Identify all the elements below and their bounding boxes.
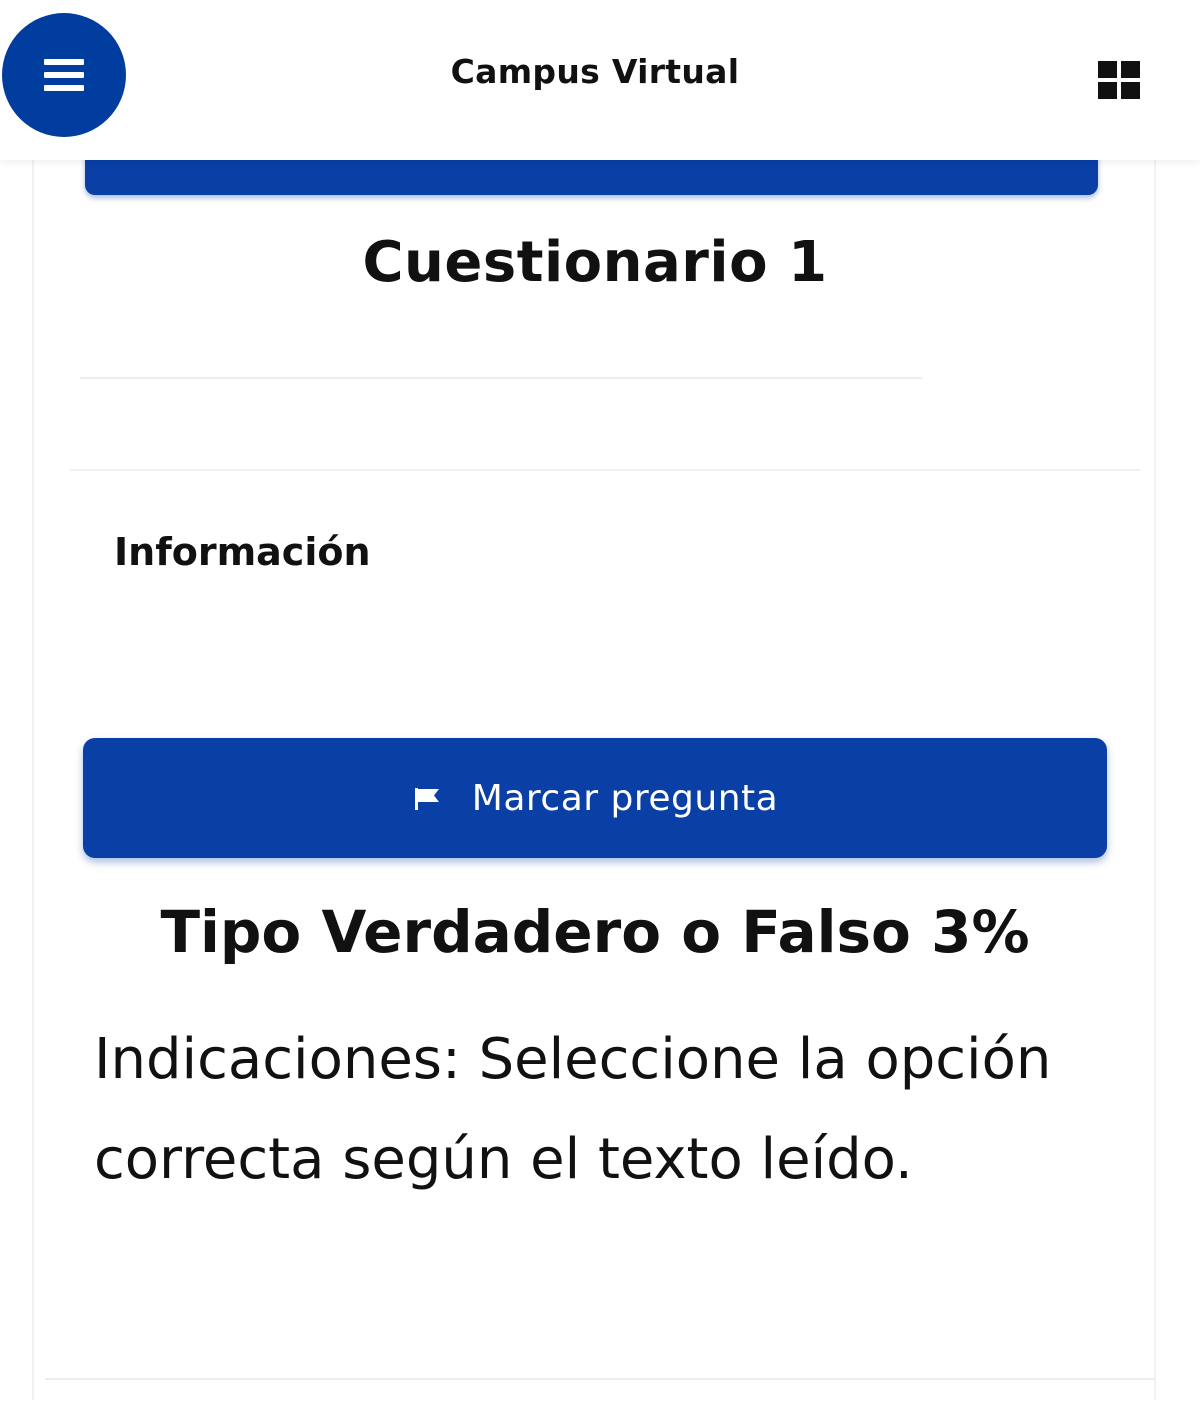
flag-question-label: Marcar pregunta [471, 777, 779, 819]
apps-grid-icon [1098, 61, 1140, 99]
divider [45, 1378, 1155, 1380]
question-instructions: Indicaciones: Seleccione la opción corre… [94, 1027, 1052, 1192]
flag-question-button[interactable]: Marcar pregunta [83, 738, 1107, 858]
divider [80, 377, 922, 379]
information-heading: Información [114, 530, 371, 574]
hamburger-menu-icon [44, 59, 84, 91]
question-type-title: Tipo Verdadero o Falso 3% [160, 898, 1030, 966]
divider [70, 469, 1140, 471]
app-title: Campus Virtual [450, 52, 740, 91]
top-app-bar: Campus Virtual [0, 0, 1200, 160]
flag-icon [414, 788, 439, 810]
quiz-title: Cuestionario 1 [362, 230, 828, 295]
menu-button[interactable] [2, 13, 126, 137]
apps-button[interactable] [1060, 30, 1178, 130]
